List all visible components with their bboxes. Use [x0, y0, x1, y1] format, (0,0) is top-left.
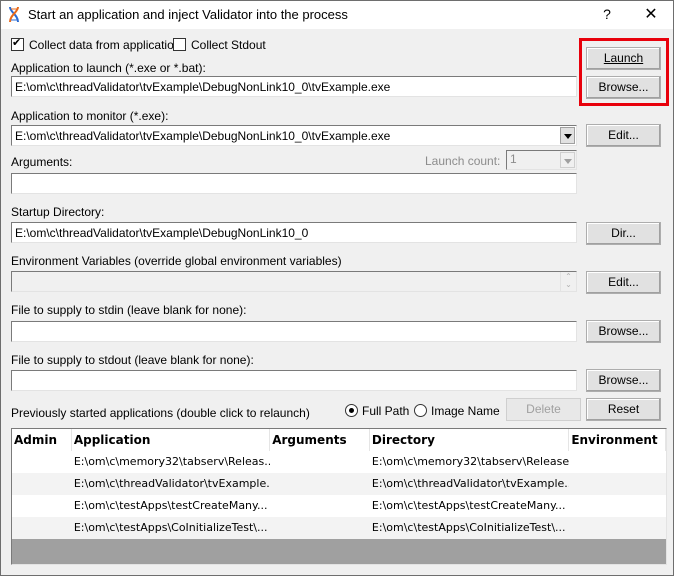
- column-header-admin[interactable]: Admin: [12, 429, 72, 451]
- list-row[interactable]: E:\om\c\memory32\tabserv\Releas... E:\om…: [12, 451, 666, 473]
- spin-updown-icon: ⌃ ⌄: [560, 272, 576, 291]
- stdout-input[interactable]: [11, 370, 577, 391]
- title-bar: Start an application and inject Validato…: [1, 1, 673, 29]
- column-header-application[interactable]: Application: [72, 429, 271, 451]
- launch-count-value: 1: [510, 152, 517, 166]
- column-header-environment[interactable]: Environment: [569, 429, 666, 451]
- list-row[interactable]: E:\om\c\testApps\testCreateMany... E:\om…: [12, 495, 666, 517]
- launch-button[interactable]: Launch: [586, 47, 661, 70]
- cell-environment: [569, 495, 666, 517]
- close-button[interactable]: ✕: [641, 4, 661, 24]
- cell-application: E:\om\c\testApps\testCreateMany...: [73, 499, 268, 512]
- cell-directory: E:\om\c\memory32\tabserv\Release: [371, 455, 570, 468]
- launch-label: Application to launch (*.exe or *.bat):: [11, 61, 206, 75]
- reset-button[interactable]: Reset: [586, 398, 661, 421]
- chevron-down-icon[interactable]: [560, 127, 575, 144]
- monitor-label: Application to monitor (*.exe):: [11, 109, 169, 123]
- launch-count-label: Launch count:: [425, 154, 501, 168]
- stdout-label: File to supply to stdout (leave blank fo…: [11, 353, 254, 367]
- cell-admin: [12, 517, 72, 539]
- list-row[interactable]: E:\om\c\testApps\CoInitializeTest\... E:…: [12, 517, 666, 539]
- image-name-radio[interactable]: [414, 404, 427, 417]
- launch-button-label: Launch: [603, 51, 644, 65]
- cell-directory: E:\om\c\testApps\CoInitializeTest\...: [371, 521, 566, 534]
- environment-input: ⌃ ⌄: [11, 271, 577, 292]
- browse-stdin-button[interactable]: Browse...: [586, 320, 661, 343]
- cell-environment: [569, 517, 666, 539]
- chevron-down-icon: [560, 152, 575, 168]
- window-title: Start an application and inject Validato…: [28, 7, 348, 22]
- browse-stdout-button[interactable]: Browse...: [586, 369, 661, 392]
- history-label: Previously started applications (double …: [11, 406, 310, 420]
- cell-application: E:\om\c\testApps\CoInitializeTest\...: [73, 521, 268, 534]
- dialog-window: Start an application and inject Validato…: [0, 0, 674, 576]
- cell-application: E:\om\c\threadValidator\tvExample...: [73, 477, 271, 490]
- cell-directory: E:\om\c\testApps\testCreateMany...: [371, 499, 566, 512]
- edit-environment-button[interactable]: Edit...: [586, 271, 661, 294]
- collect-stdout-label: Collect Stdout: [191, 38, 266, 52]
- list-row[interactable]: E:\om\c\threadValidator\tvExample... E:\…: [12, 473, 666, 495]
- collect-stdout-checkbox[interactable]: [173, 38, 186, 51]
- collect-data-label: Collect data from application: [29, 38, 181, 52]
- arguments-label: Arguments:: [11, 155, 73, 169]
- cell-admin: [12, 495, 72, 517]
- column-header-directory[interactable]: Directory: [370, 429, 570, 451]
- image-name-label: Image Name: [431, 404, 500, 418]
- launch-path-input[interactable]: E:\om\c\threadValidator\tvExample\DebugN…: [11, 76, 577, 97]
- cell-directory: E:\om\c\threadValidator\tvExample...: [371, 477, 570, 490]
- cell-application: E:\om\c\memory32\tabserv\Releas...: [73, 455, 271, 468]
- launch-count-combo: 1: [506, 150, 577, 170]
- cell-arguments: [270, 495, 370, 517]
- browse-launch-button[interactable]: Browse...: [586, 76, 661, 99]
- cell-environment: [569, 451, 666, 473]
- stdin-label: File to supply to stdin (leave blank for…: [11, 303, 247, 317]
- startup-dir-label: Startup Directory:: [11, 205, 105, 219]
- help-button[interactable]: ?: [599, 6, 615, 22]
- full-path-radio[interactable]: [345, 404, 358, 417]
- dna-helix-icon: [9, 6, 19, 23]
- dir-button[interactable]: Dir...: [586, 222, 661, 245]
- cell-arguments: [270, 451, 370, 473]
- startup-dir-input[interactable]: E:\om\c\threadValidator\tvExample\DebugN…: [11, 222, 577, 243]
- arguments-input[interactable]: [11, 173, 577, 194]
- edit-monitor-button[interactable]: Edit...: [586, 124, 661, 147]
- cell-admin: [12, 473, 72, 495]
- full-path-label: Full Path: [362, 404, 410, 418]
- collect-data-checkbox[interactable]: [11, 36, 24, 51]
- list-header: Admin Application Arguments Directory En…: [12, 429, 666, 451]
- cell-arguments: [270, 473, 370, 495]
- cell-admin: [12, 451, 72, 473]
- cell-arguments: [270, 517, 370, 539]
- monitor-combo-value: E:\om\c\threadValidator\tvExample\DebugN…: [15, 129, 391, 143]
- monitor-combo[interactable]: E:\om\c\threadValidator\tvExample\DebugN…: [11, 125, 577, 146]
- cell-environment: [569, 473, 666, 495]
- delete-button: Delete: [506, 398, 581, 421]
- stdin-input[interactable]: [11, 321, 577, 342]
- column-header-arguments[interactable]: Arguments: [270, 429, 370, 451]
- history-list[interactable]: Admin Application Arguments Directory En…: [11, 428, 667, 565]
- environment-label: Environment Variables (override global e…: [11, 254, 342, 268]
